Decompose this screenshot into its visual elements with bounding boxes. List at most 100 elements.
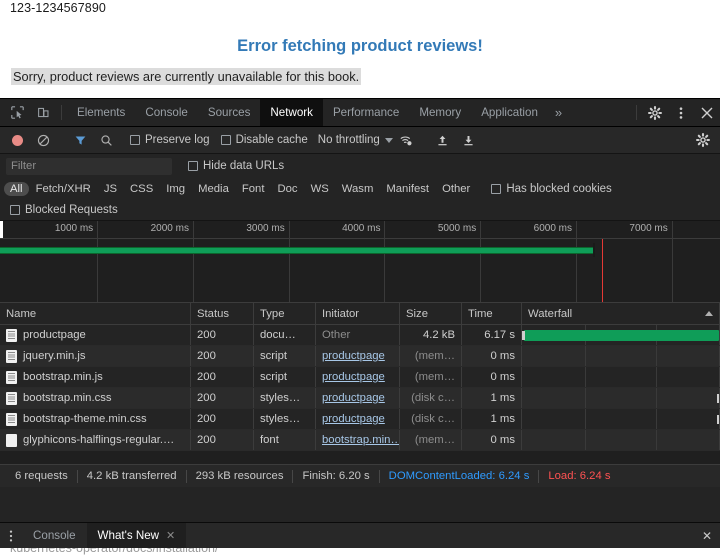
throttling-select[interactable]: No throttling	[318, 134, 393, 146]
overview-gridline	[384, 221, 386, 302]
drawer-spacer	[186, 523, 694, 548]
request-name-cell[interactable]: glyphicons-halflings-regular.…	[0, 430, 191, 450]
table-row[interactable]: productpage 200 docu… Other 4.2 kB 6.17 s	[0, 325, 720, 346]
more-tabs-button[interactable]: »	[548, 99, 569, 126]
request-time-text: 6.17 s	[484, 329, 515, 341]
filter-funnel-icon[interactable]	[67, 134, 93, 147]
column-header-waterfall[interactable]: Waterfall	[522, 303, 720, 324]
request-initiator[interactable]: productpage	[316, 367, 400, 387]
column-header-label: Initiator	[322, 307, 360, 320]
type-filter-doc[interactable]: Doc	[271, 182, 303, 196]
request-size: (disk c…	[400, 409, 462, 429]
import-har-icon[interactable]	[430, 134, 456, 147]
table-row[interactable]: bootstrap.min.js 200 script productpage (mem…	[0, 367, 720, 388]
tab-application[interactable]: Application	[471, 99, 548, 126]
request-initiator[interactable]: productpage	[316, 346, 400, 366]
type-filter-ws[interactable]: WS	[305, 182, 335, 196]
close-icon[interactable]	[694, 99, 720, 126]
request-waterfall-cell	[522, 388, 720, 408]
network-overview-timeline[interactable]: 1000 ms 2000 ms 3000 ms 4000 ms 5000 ms 6000 …	[0, 221, 720, 303]
request-name-cell[interactable]: bootstrap.min.js	[0, 367, 191, 387]
drawer-close-icon[interactable]: ✕	[694, 523, 720, 548]
overview-tick-label: 5000 ms	[437, 223, 477, 234]
type-filter-other[interactable]: Other	[436, 182, 476, 196]
device-toolbar-icon[interactable]	[30, 99, 56, 126]
request-type-text: styles…	[260, 392, 301, 404]
clear-icon[interactable]	[30, 134, 56, 147]
request-time-text: 1 ms	[490, 413, 515, 425]
table-row[interactable]: glyphicons-halflings-regular.… 200 font boo…	[0, 430, 720, 451]
drawer-tab-whats-new[interactable]: What's New ✕	[86, 523, 187, 548]
drawer-tab-console[interactable]: Console	[22, 523, 87, 548]
request-time-text: 0 ms	[490, 350, 515, 362]
table-row[interactable]: jquery.min.js 200 script productpage (mem… 0 …	[0, 346, 720, 367]
column-header-type[interactable]: Type	[254, 303, 316, 324]
column-header-label: Type	[260, 307, 285, 320]
preserve-log-checkbox[interactable]: Preserve log	[130, 134, 210, 146]
tabbar-spacer	[569, 99, 631, 126]
tab-network[interactable]: Network	[260, 99, 323, 126]
tab-memory[interactable]: Memory	[409, 99, 471, 126]
type-filter-css[interactable]: CSS	[124, 182, 159, 196]
summary-domcontentloaded: DOMContentLoaded: 6.24 s	[388, 470, 530, 482]
request-name: jquery.min.js	[23, 350, 86, 362]
overview-tick-label: 6000 ms	[533, 223, 572, 234]
inspect-element-icon[interactable]	[4, 99, 30, 126]
network-conditions-icon[interactable]	[393, 134, 419, 147]
column-header-name[interactable]: Name	[0, 303, 191, 324]
tab-console[interactable]: Console	[135, 99, 198, 126]
network-settings-gear-icon[interactable]	[690, 133, 716, 147]
column-header-size[interactable]: Size	[400, 303, 462, 324]
request-name-cell[interactable]: productpage	[0, 325, 191, 345]
overview-ruler: 1000 ms 2000 ms 3000 ms 4000 ms 5000 ms 6000 …	[0, 221, 720, 239]
request-name-cell[interactable]: jquery.min.js	[0, 346, 191, 366]
overview-tick-label: 7000 ms	[629, 223, 668, 234]
record-button[interactable]	[12, 134, 23, 146]
table-row[interactable]: bootstrap.min.css 200 styles… productpage (d…	[0, 388, 720, 409]
table-header-row: Name Status Type Initiator Size Time Waterfall	[0, 303, 720, 325]
disable-cache-checkbox[interactable]: Disable cache	[220, 134, 308, 146]
column-header-label: Status	[197, 307, 230, 320]
network-summary-bar: 6 requests 4.2 kB transferred 293 kB res…	[0, 464, 720, 487]
gear-icon[interactable]	[642, 99, 668, 126]
type-filter-js[interactable]: JS	[98, 182, 123, 196]
type-filter-font[interactable]: Font	[236, 182, 271, 196]
request-initiator[interactable]: productpage	[316, 409, 400, 429]
type-filter-wasm[interactable]: Wasm	[336, 182, 380, 196]
sort-ascending-icon	[705, 311, 713, 316]
hide-data-urls-checkbox[interactable]: Hide data URLs	[188, 160, 284, 172]
request-status: 200	[191, 325, 254, 345]
column-header-initiator[interactable]: Initiator	[316, 303, 400, 324]
drawer-menu-icon[interactable]	[0, 523, 22, 548]
type-filter-all[interactable]: All	[4, 182, 29, 196]
filter-input[interactable]: Filter	[6, 157, 172, 175]
blocked-requests-checkbox[interactable]: Blocked Requests	[10, 204, 118, 216]
column-header-status[interactable]: Status	[191, 303, 254, 324]
has-blocked-cookies-checkbox[interactable]: Has blocked cookies	[491, 183, 612, 195]
type-filter-media[interactable]: Media	[192, 182, 235, 196]
column-header-label: Size	[406, 307, 428, 320]
tab-sources[interactable]: Sources	[198, 99, 261, 126]
column-header-time[interactable]: Time	[462, 303, 522, 324]
export-har-icon[interactable]	[456, 134, 482, 147]
table-row[interactable]: bootstrap-theme.min.css 200 styles… product…	[0, 409, 720, 430]
request-initiator[interactable]: bootstrap.min…	[316, 430, 400, 450]
search-icon[interactable]	[93, 134, 119, 147]
request-name-cell[interactable]: bootstrap-theme.min.css	[0, 409, 191, 429]
request-initiator-text: productpage	[322, 350, 385, 362]
type-filter-manifest[interactable]: Manifest	[380, 182, 435, 196]
request-initiator[interactable]: productpage	[316, 388, 400, 408]
overview-gridline	[192, 221, 194, 302]
request-time-text: 1 ms	[490, 392, 515, 404]
request-status: 200	[191, 346, 254, 366]
request-name-cell[interactable]: bootstrap.min.css	[0, 388, 191, 408]
type-filter-img[interactable]: Img	[160, 182, 191, 196]
tab-performance[interactable]: Performance	[323, 99, 409, 126]
request-status: 200	[191, 409, 254, 429]
close-icon[interactable]: ✕	[166, 529, 175, 542]
more-options-icon[interactable]	[668, 99, 694, 126]
tab-elements[interactable]: Elements	[67, 99, 135, 126]
preserve-log-label: Preserve log	[145, 134, 210, 146]
type-filter-fetch-xhr[interactable]: Fetch/XHR	[30, 182, 97, 196]
waterfall-gridline	[585, 409, 587, 429]
